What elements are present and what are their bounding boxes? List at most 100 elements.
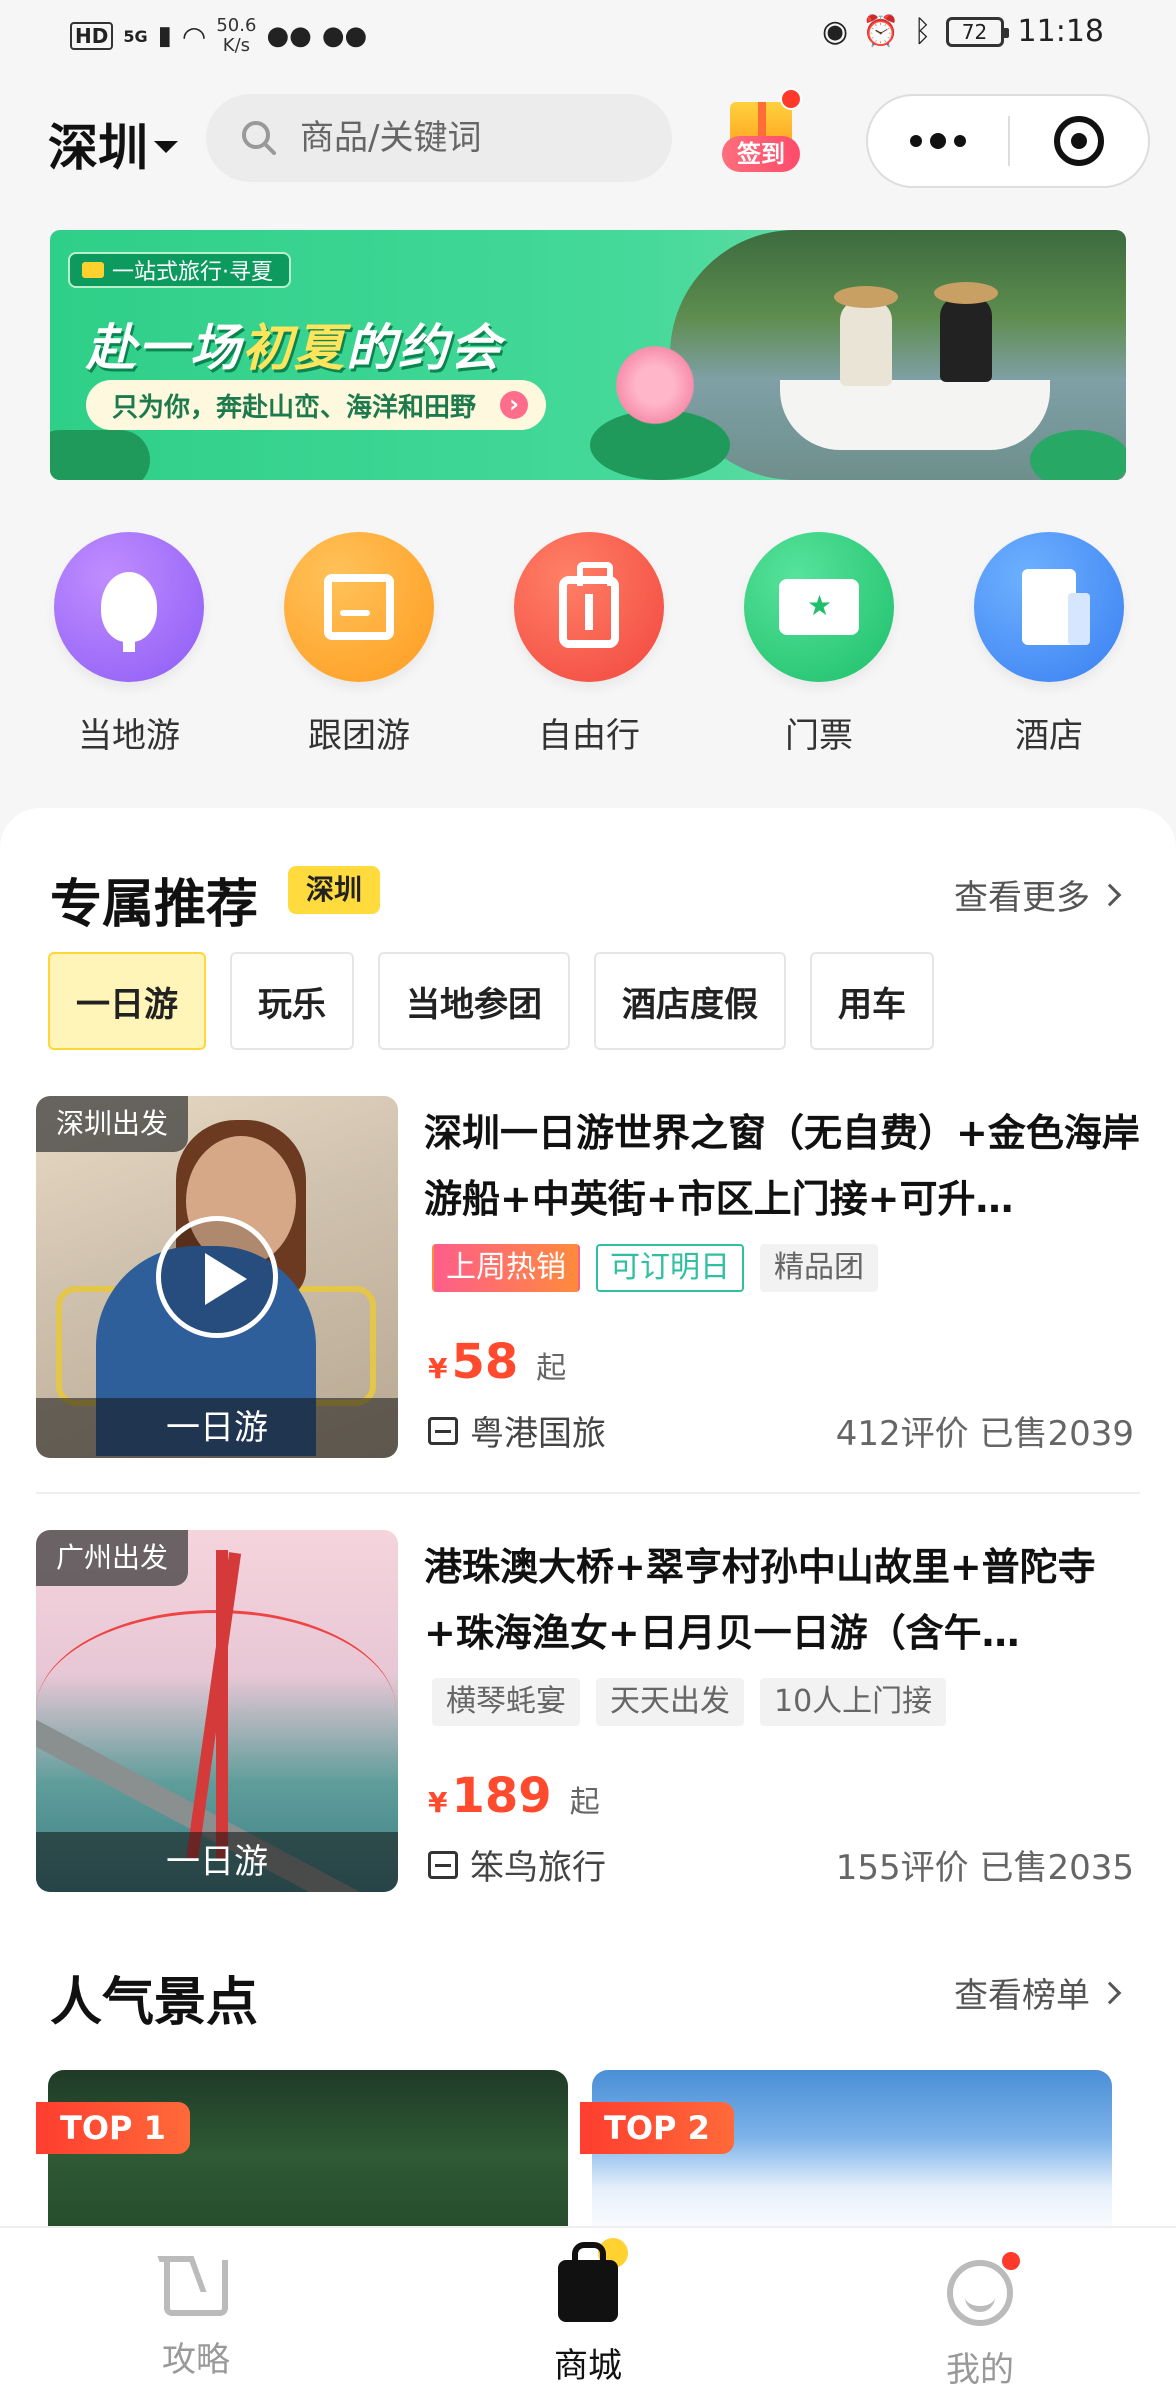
search-icon (242, 121, 276, 155)
tab-day-tour[interactable]: 一日游 (48, 952, 206, 1050)
miniprogram-capsule (866, 94, 1150, 188)
nav-label: 我的 (946, 2350, 1014, 2390)
hotel-icon (1022, 569, 1090, 645)
bluetooth-icon: ᛒ (913, 14, 932, 49)
tag-premium: 精品团 (760, 1244, 878, 1292)
product-type-label: 一日游 (36, 1398, 398, 1458)
speed-unit: K/s (222, 35, 251, 56)
shop-info: 笨鸟旅行 (428, 1840, 606, 1889)
close-miniprogram-button[interactable] (1010, 116, 1148, 166)
status-left: HD 5G ▮ ◠ 50.6 K/s ●● ●● (70, 16, 367, 56)
category-local-tour[interactable]: 当地游 (44, 532, 214, 762)
bottom-nav: 攻略 商城 我的 (0, 2226, 1176, 2400)
category-icon-bg (54, 532, 204, 682)
product-title: 港珠澳大桥+翠亨村孙中山故里+普陀寺+珠海渔女+日月贝一日游（含午… (424, 1545, 1096, 1655)
lotus-leaf (1030, 430, 1126, 480)
nav-profile[interactable]: 我的 (784, 2228, 1176, 2400)
cloud-decoration (50, 430, 150, 480)
product-price: ¥ 58 起 (428, 1334, 566, 1390)
status-right: ◉ ⏰ ᛒ 72 11:18 (822, 14, 1104, 49)
recommend-tabs: 一日游 玩乐 当地参团 酒店度假 用车 (48, 952, 934, 1050)
banner-title: 赴一场初夏的约会 (86, 308, 502, 380)
divider (36, 1492, 1140, 1494)
currency-symbol: ¥ (428, 1786, 448, 1819)
popular-spot-card[interactable] (48, 2070, 568, 2240)
category-label: 当地游 (78, 716, 180, 756)
boat-illustration (780, 380, 1050, 450)
category-tickets[interactable]: 门票 (734, 532, 904, 762)
alarm-icon: ⏰ (862, 14, 900, 49)
speed-value: 50.6 (216, 15, 257, 36)
nav-mall[interactable]: 商城 (392, 2228, 784, 2400)
shop-icon (428, 1416, 458, 1445)
category-free-travel[interactable]: 自由行 (504, 532, 674, 762)
wechat-icon-2: ●● (321, 21, 368, 51)
category-label: 酒店 (1015, 716, 1083, 756)
tab-local-group[interactable]: 当地参团 (378, 952, 570, 1050)
popular-section-title: 人气景点 (50, 1973, 259, 2033)
category-label: 跟团游 (308, 716, 410, 756)
category-icon-bg (744, 532, 894, 682)
hd-indicator: HD (70, 22, 114, 50)
popular-spot-card[interactable] (592, 2070, 1112, 2240)
tab-car[interactable]: 用车 (810, 952, 934, 1050)
checkin-button[interactable]: 签到 (722, 88, 804, 180)
product-video-thumbnail[interactable]: 深圳出发 一日游 (36, 1096, 398, 1458)
view-more-label: 查看更多 (954, 878, 1090, 918)
depart-badge: 广州出发 (36, 1530, 189, 1586)
shop-name: 笨鸟旅行 (470, 1848, 606, 1888)
price-suffix: 起 (536, 1351, 567, 1386)
more-options-button[interactable] (868, 96, 1008, 186)
wifi-icon: ◠ (181, 19, 207, 53)
notification-dot (780, 88, 802, 110)
product-card[interactable]: 广州出发 一日游 港珠澳大桥+翠亨村孙中山故里+普陀寺+珠海渔女+日月贝一日游（… (36, 1530, 1140, 1892)
clock-time: 11:18 (1017, 14, 1104, 49)
play-icon[interactable] (156, 1216, 278, 1338)
shop-icon (428, 1850, 458, 1879)
tab-hotel-resort[interactable]: 酒店度假 (594, 952, 786, 1050)
tag-hot: 上周热销 (432, 1244, 580, 1292)
wechat-icon: ●● (266, 21, 312, 51)
rank-badge: TOP 2 (580, 2102, 734, 2154)
banner-tag: 一站式旅行·寻夏 (68, 252, 291, 288)
city-badge: 深圳 (288, 866, 381, 914)
product-tags: 横琴蚝宴 天天出发 10人上门接 (432, 1678, 947, 1726)
banner-title-highlight: 初夏 (242, 319, 346, 377)
person-figure (940, 296, 992, 382)
price-suffix: 起 (569, 1785, 600, 1820)
notification-dot (1000, 2250, 1022, 2272)
chevron-right-icon (1098, 883, 1122, 906)
flag-icon (324, 574, 394, 640)
checkin-label: 签到 (722, 136, 800, 172)
lotus-flower (610, 340, 700, 430)
category-group-tour[interactable]: 跟团游 (274, 532, 444, 762)
shopping-bag-icon (558, 2238, 628, 2322)
product-title: 深圳一日游世界之窗（无自费）+金色海岸游船+中英街+市区上门接+可升… (424, 1111, 1140, 1221)
view-more-link[interactable]: 查看更多 (954, 870, 1122, 919)
view-ranking-label: 查看榜单 (954, 1976, 1090, 2016)
tag-feature: 10人上门接 (760, 1678, 947, 1726)
category-label: 自由行 (538, 716, 640, 756)
profile-icon (947, 2260, 1013, 2326)
balloon-icon (101, 572, 157, 652)
search-input[interactable] (300, 118, 630, 158)
banner-tag-text: 一站式旅行·寻夏 (112, 260, 273, 285)
shop-name: 粤港国旅 (470, 1414, 606, 1454)
bridge-tower-shape (216, 1550, 228, 1860)
search-bar[interactable] (206, 94, 672, 182)
promo-banner[interactable]: 一站式旅行·寻夏 赴一场初夏的约会 只为你，奔赴山峦、海洋和田野 (50, 230, 1126, 480)
currency-symbol: ¥ (428, 1352, 448, 1385)
product-thumbnail[interactable]: 广州出发 一日游 (36, 1530, 398, 1892)
category-grid: 当地游 跟团游 自由行 门票 酒店 (44, 532, 1134, 762)
network-speed: 50.6 K/s (216, 16, 256, 56)
ticket-icon (779, 579, 859, 635)
category-hotel[interactable]: 酒店 (964, 532, 1134, 762)
tab-fun[interactable]: 玩乐 (230, 952, 354, 1050)
product-stats: 155评价 已售2035 (835, 1848, 1134, 1888)
dot-icon (930, 133, 946, 149)
product-type-label: 一日游 (36, 1832, 398, 1892)
nav-guide[interactable]: 攻略 (0, 2228, 392, 2400)
city-selector[interactable]: 深圳 (48, 108, 178, 180)
view-ranking-link[interactable]: 查看榜单 (954, 1968, 1122, 2017)
product-card[interactable]: 深圳出发 一日游 深圳一日游世界之窗（无自费）+金色海岸游船+中英街+市区上门接… (36, 1096, 1140, 1458)
